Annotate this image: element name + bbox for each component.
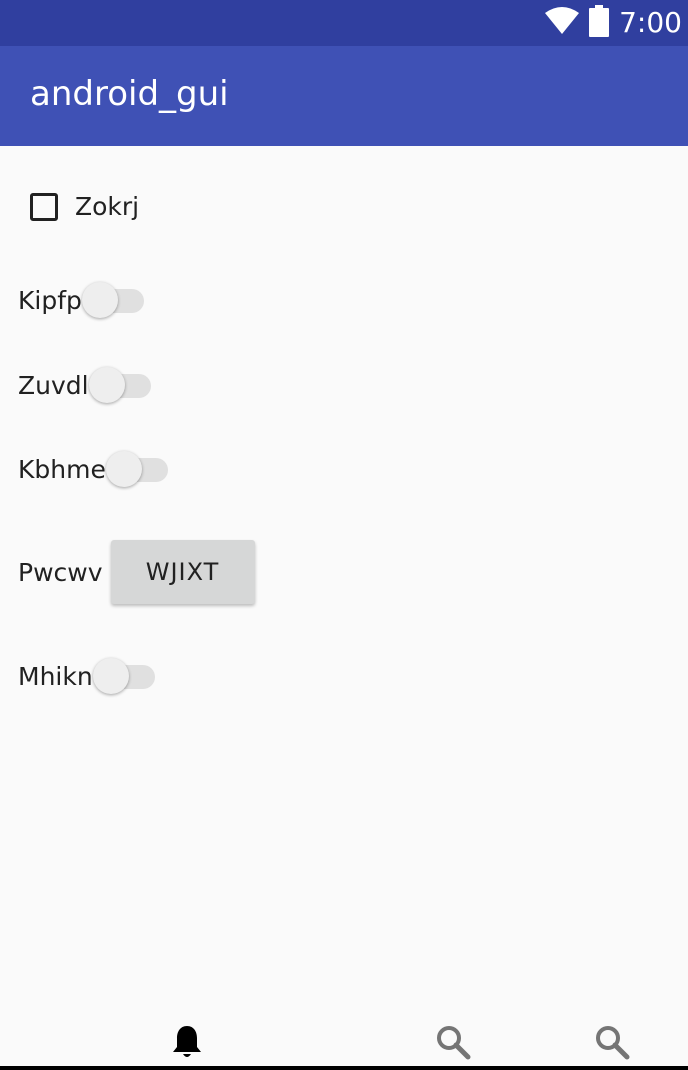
toggle-switch[interactable] [92,658,157,694]
battery-icon [589,4,610,42]
checkbox-zokrj[interactable]: Zokrj [30,192,139,221]
switch-row-kbhme: Kbhme [18,451,170,487]
button-row-label: Pwcwv [18,557,103,587]
app-title: android_gui [30,74,229,114]
switch-thumb[interactable] [81,282,118,318]
bell-icon [171,1024,203,1065]
navigation-bar-edge [0,1066,688,1070]
switch-thumb[interactable] [92,658,129,694]
checkbox-box[interactable] [30,192,58,221]
switch-label: Kbhme [18,454,106,484]
wifi-icon [545,6,580,40]
status-time: 7:00 [619,6,682,39]
switch-thumb[interactable] [105,451,142,487]
bottom-navigation [0,1016,688,1070]
button-row-pwcwv: Pwcwv WJIXT [18,540,255,604]
switch-row-zuvdl: Zuvdl [18,367,153,403]
main-content: Zokrj Kipfp Zuvdl Kbhme Pwcwv WJIXT Mhik… [0,146,688,1026]
toggle-switch[interactable] [88,367,153,403]
switch-row-kipfp: Kipfp [18,282,146,318]
toggle-switch[interactable] [81,282,146,318]
wjixt-button[interactable]: WJIXT [110,540,255,604]
checkbox-label: Zokrj [75,192,140,221]
status-icons: 7:00 [545,0,682,46]
search-icon [435,1024,471,1065]
status-bar: 7:00 [0,0,688,46]
nav-notifications[interactable] [167,1024,207,1064]
switch-row-mhikn: Mhikn [18,658,157,694]
toggle-switch[interactable] [105,451,170,487]
switch-label: Kipfp [18,285,82,315]
switch-label: Zuvdl [18,370,89,400]
switch-label: Mhikn [18,661,93,691]
nav-search-1[interactable] [433,1024,473,1064]
app-bar: android_gui [0,46,688,146]
switch-thumb[interactable] [88,367,125,403]
nav-search-2[interactable] [592,1024,632,1064]
search-icon [594,1024,630,1065]
